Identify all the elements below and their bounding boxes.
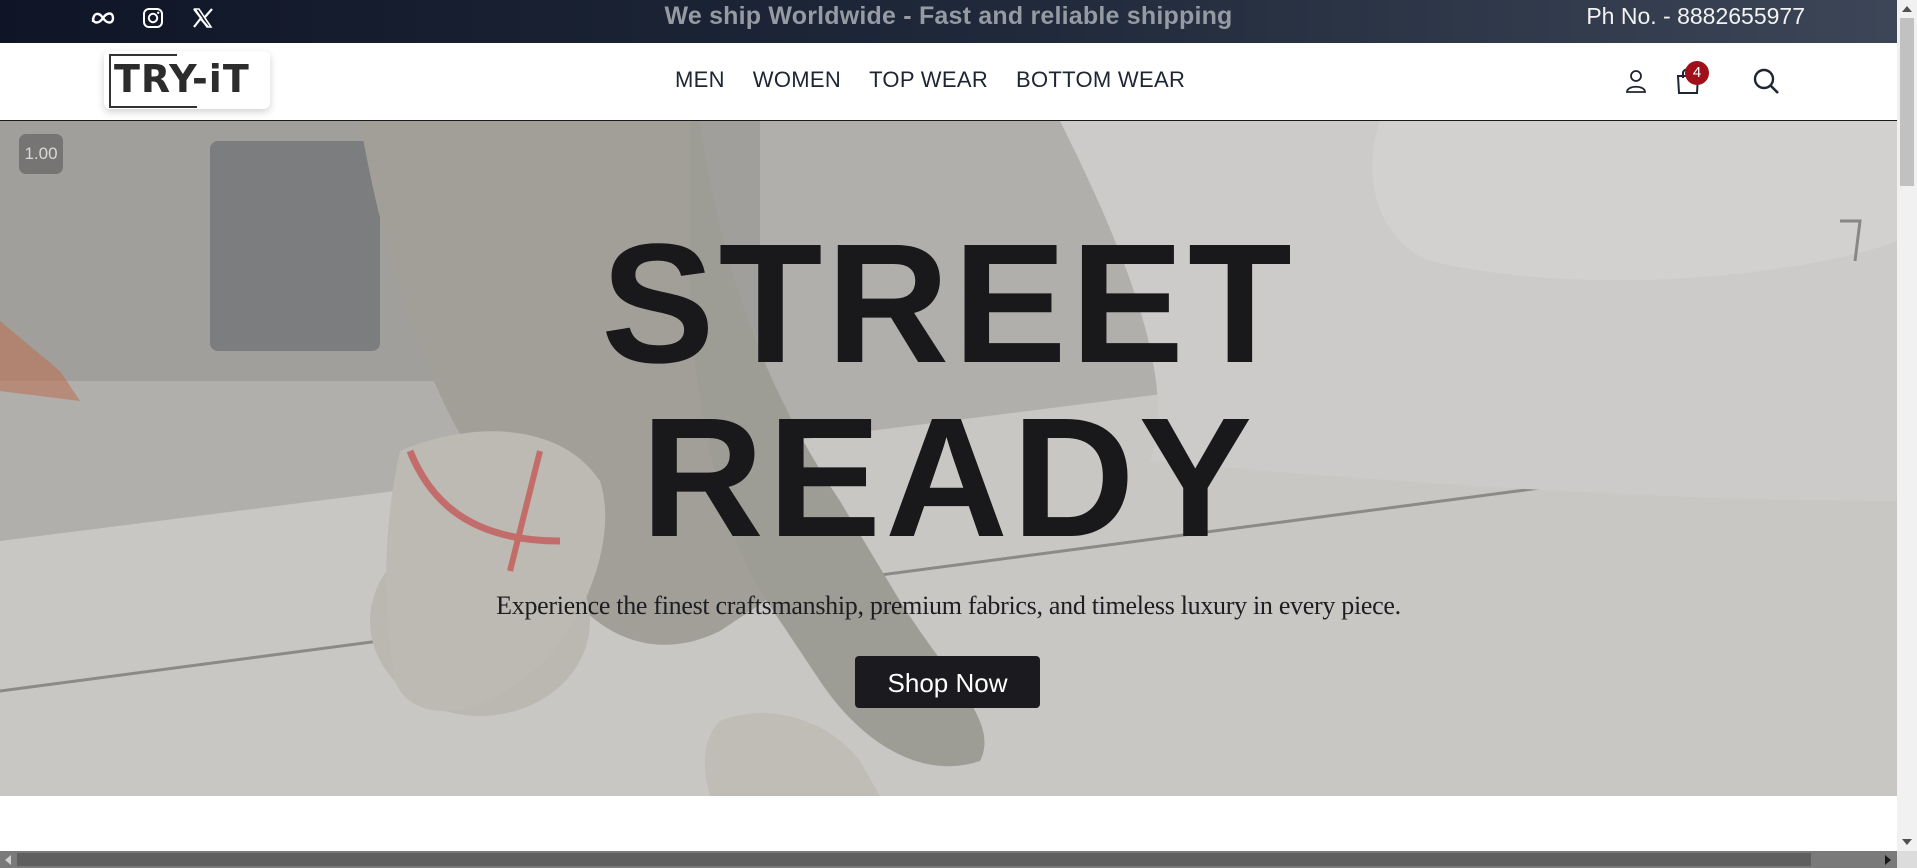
playback-speed[interactable]: 1.00 <box>19 134 63 174</box>
announcement-bar: We ship Worldwide - Fast and reliable sh… <box>0 0 1897 43</box>
user-icon[interactable] <box>1616 61 1656 101</box>
cart-count-badge: 4 <box>1685 61 1709 85</box>
scroll-left-arrow-icon[interactable] <box>5 855 11 865</box>
search-icon[interactable] <box>1746 61 1786 101</box>
hero-title-line1: STREET <box>601 209 1296 399</box>
nav-item-men[interactable]: MEN <box>675 67 725 93</box>
scrollbar-corner <box>1897 851 1917 868</box>
nav-item-bottom-wear[interactable]: BOTTOM WEAR <box>1016 67 1185 93</box>
logo-text: TRY-iT <box>114 57 250 101</box>
scroll-down-arrow-icon[interactable] <box>1902 839 1912 845</box>
scroll-up-arrow-icon[interactable] <box>1902 6 1912 12</box>
site-header: TRY-iT MEN WOMEN TOP WEAR BOTTOM WEAR <box>0 43 1897 121</box>
nav-item-top-wear[interactable]: TOP WEAR <box>869 67 988 93</box>
logo[interactable]: TRY-iT <box>104 51 270 109</box>
vertical-scrollbar[interactable] <box>1897 0 1917 851</box>
vertical-scroll-thumb[interactable] <box>1900 18 1914 186</box>
scroll-right-arrow-icon[interactable] <box>1885 855 1891 865</box>
main-nav: MEN WOMEN TOP WEAR BOTTOM WEAR <box>675 67 1185 93</box>
hero-title-line2: READY <box>640 383 1257 573</box>
nav-item-women[interactable]: WOMEN <box>753 67 841 93</box>
hero-banner: 1.00 STREET READY Experience the finest … <box>0 121 1897 796</box>
horizontal-scrollbar[interactable] <box>0 851 1917 868</box>
shop-now-button[interactable]: Shop Now <box>855 656 1040 708</box>
phone-number: Ph No. - 8882655977 <box>1586 3 1805 29</box>
hero-subtitle: Experience the finest craftsmanship, pre… <box>496 591 1401 620</box>
horizontal-scroll-thumb[interactable] <box>17 853 1811 866</box>
